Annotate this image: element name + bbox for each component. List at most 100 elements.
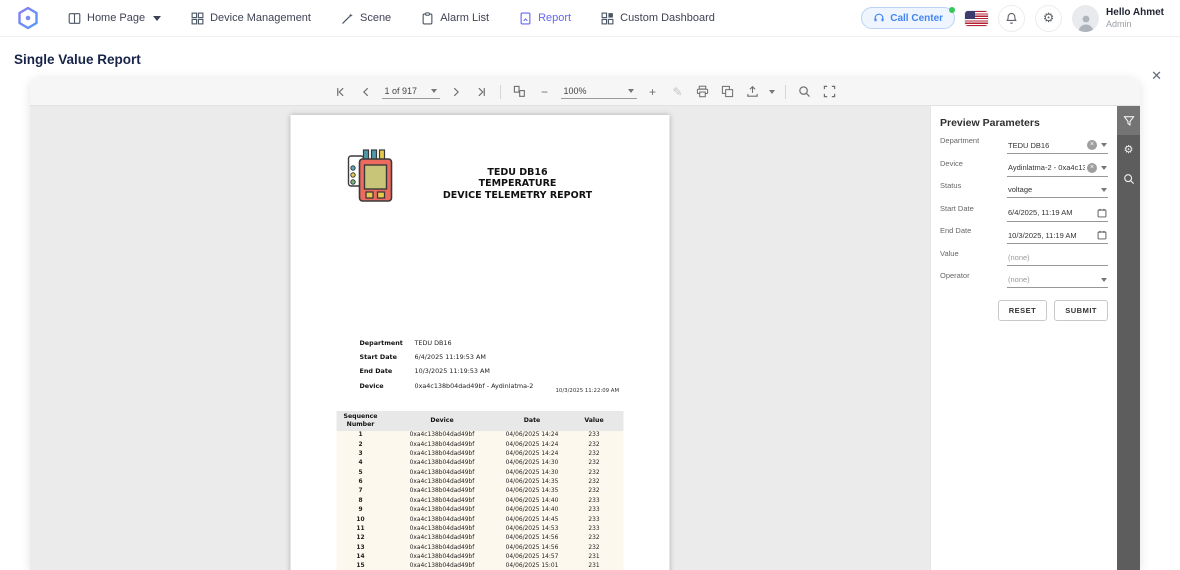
value-input[interactable]: (none) — [1007, 249, 1108, 266]
fullscreen-button[interactable] — [821, 83, 839, 101]
filter-parameters-tool[interactable] — [1117, 106, 1140, 135]
start-date-field: Start Date 6/4/2025, 11:19 AM — [940, 204, 1108, 222]
grid-icon — [191, 12, 204, 25]
submit-button[interactable]: SUBMIT — [1054, 300, 1108, 321]
operator-select[interactable]: (none) — [1007, 271, 1108, 288]
export-button[interactable] — [744, 83, 762, 101]
settings-button[interactable]: ⚙ — [1035, 5, 1062, 32]
table-cell: 0xa4c138b04dad49bf — [385, 506, 500, 515]
table-cell: 0xa4c138b04dad49bf — [385, 440, 500, 449]
start-date-input[interactable]: 6/4/2025, 11:19 AM — [1007, 204, 1108, 222]
nav-item-custom-dashboard[interactable]: Custom Dashboard — [601, 12, 715, 25]
table-cell: 14 — [337, 552, 385, 561]
print-button[interactable] — [694, 83, 712, 101]
table-cell: 04/06/2025 15:01 — [500, 562, 565, 570]
nav-item-scene[interactable]: Scene — [341, 12, 391, 25]
field-value: 6/4/2025, 11:19 AM — [1008, 208, 1097, 217]
gear-icon: ⚙ — [1124, 143, 1134, 156]
page-title: Single Value Report — [14, 52, 141, 67]
reset-button[interactable]: RESET — [998, 300, 1048, 321]
first-page-button[interactable] — [332, 83, 350, 101]
status-select[interactable]: voltage — [1007, 181, 1108, 198]
pdf-viewport[interactable]: TEDU DB16 TEMPERATURE DEVICE TELEMETRY R… — [30, 106, 930, 570]
close-icon[interactable]: ✕ — [1147, 66, 1166, 86]
page-indicator-value: 1 of 917 — [385, 86, 418, 96]
headset-icon — [873, 12, 885, 24]
operator-field: Operator (none) — [940, 271, 1108, 289]
language-flag-icon[interactable] — [965, 11, 988, 26]
zoom-level-dropdown[interactable]: 100% — [561, 84, 637, 99]
device-select[interactable]: Aydinlatma-2 - 0xa4c138... × — [1007, 159, 1108, 177]
calendar-icon[interactable] — [1097, 208, 1107, 218]
table-row: 140xa4c138b04dad49bf04/06/2025 14:57231 — [337, 552, 624, 561]
table-cell: 233 — [565, 496, 624, 505]
previous-page-button[interactable] — [357, 83, 375, 101]
avatar — [1072, 5, 1099, 32]
nav-item-alarm-list[interactable]: Alarm List — [421, 12, 489, 25]
table-cell: 232 — [565, 477, 624, 486]
panel-title: Preview Parameters — [940, 117, 1108, 129]
table-cell: 0xa4c138b04dad49bf — [385, 431, 500, 440]
call-center-button[interactable]: Call Center — [861, 7, 955, 29]
edit-button[interactable]: ✎ — [669, 83, 687, 101]
clear-icon[interactable]: × — [1087, 163, 1097, 173]
nav-item-device-management[interactable]: Device Management — [191, 12, 311, 25]
export-options-caret[interactable] — [769, 90, 775, 94]
search-button[interactable] — [796, 83, 814, 101]
table-row: 130xa4c138b04dad49bf04/06/2025 14:56232 — [337, 543, 624, 552]
nav-item-home-page[interactable]: Home Page — [68, 12, 161, 25]
viewer-toolbar: 1 of 917 − 100% + ✎ — [30, 78, 1140, 106]
meta-value: 0xa4c138b04dad49bf - Aydinlatma-2 — [415, 382, 534, 390]
report-title: TEDU DB16 TEMPERATURE DEVICE TELEMETRY R… — [394, 148, 642, 202]
nav-label: Home Page — [87, 12, 145, 24]
end-date-input[interactable]: 10/3/2025, 11:19 AM — [1007, 226, 1108, 244]
zoom-in-button[interactable]: + — [644, 83, 662, 101]
export-settings-tool[interactable]: ⚙ — [1117, 135, 1140, 164]
last-page-button[interactable] — [472, 83, 490, 101]
report-table-body: 10xa4c138b04dad49bf04/06/2025 14:2423320… — [337, 431, 624, 570]
zoom-level-value: 100% — [564, 86, 587, 96]
field-value: voltage — [1008, 185, 1101, 194]
table-cell: 04/06/2025 14:35 — [500, 477, 565, 486]
chevron-down-icon — [1101, 166, 1107, 170]
table-row: 90xa4c138b04dad49bf04/06/2025 14:40233 — [337, 506, 624, 515]
nav-item-report[interactable]: Report — [519, 12, 571, 25]
table-cell: 0xa4c138b04dad49bf — [385, 515, 500, 524]
table-cell: 233 — [565, 524, 624, 533]
table-cell: 13 — [337, 543, 385, 552]
table-cell: 0xa4c138b04dad49bf — [385, 468, 500, 477]
clear-icon[interactable]: × — [1087, 140, 1097, 150]
table-cell: 0xa4c138b04dad49bf — [385, 562, 500, 570]
zoom-out-button[interactable]: − — [536, 83, 554, 101]
table-cell: 0xa4c138b04dad49bf — [385, 477, 500, 486]
page-indicator-dropdown[interactable]: 1 of 917 — [382, 84, 440, 99]
print-current-page-button[interactable] — [719, 83, 737, 101]
table-cell: 232 — [565, 534, 624, 543]
user-menu[interactable]: Hello Ahmet Admin — [1072, 5, 1164, 32]
topbar-right-group: Call Center ⚙ Hello Ahmet Admin — [861, 5, 1164, 32]
page-layout-button[interactable] — [511, 83, 529, 101]
table-cell: 232 — [565, 459, 624, 468]
meta-label: End Date — [360, 367, 415, 375]
report-title-line2: TEMPERATURE — [394, 178, 642, 189]
clipboard-icon — [421, 12, 434, 25]
app-logo-icon[interactable] — [16, 6, 40, 30]
table-cell: 3 — [337, 449, 385, 458]
field-label: Department — [940, 136, 979, 145]
next-page-button[interactable] — [447, 83, 465, 101]
table-cell: 232 — [565, 487, 624, 496]
table-cell: 11 — [337, 524, 385, 533]
field-label: Value — [940, 249, 959, 258]
department-select[interactable]: TEDU DB16 × — [1007, 136, 1108, 154]
table-cell: 0xa4c138b04dad49bf — [385, 496, 500, 505]
device-field: Device Aydinlatma-2 - 0xa4c138... × — [940, 159, 1108, 177]
calendar-icon[interactable] — [1097, 230, 1107, 240]
table-row: 150xa4c138b04dad49bf04/06/2025 15:01231 — [337, 562, 624, 570]
table-cell: 04/06/2025 14:53 — [500, 524, 565, 533]
report-header: TEDU DB16 TEMPERATURE DEVICE TELEMETRY R… — [348, 148, 642, 202]
meta-value: 10/3/2025 11:19:53 AM — [415, 367, 490, 375]
notifications-button[interactable] — [998, 5, 1025, 32]
search-tool[interactable] — [1117, 164, 1140, 193]
table-cell: 12 — [337, 534, 385, 543]
field-value: (none) — [1008, 253, 1107, 262]
